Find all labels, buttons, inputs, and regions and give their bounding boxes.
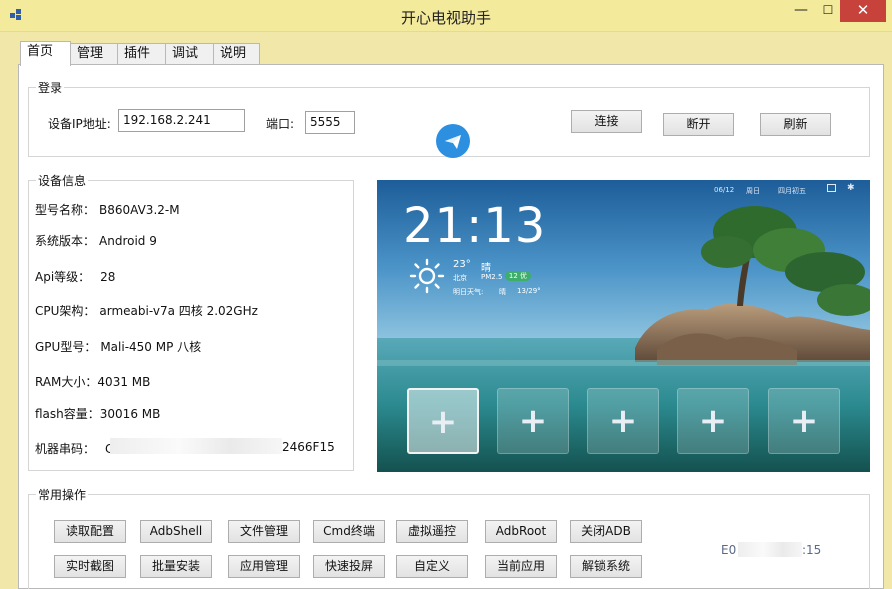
- device-info-title: 设备信息: [36, 172, 89, 189]
- login-group-title: 登录: [36, 79, 65, 96]
- preview-tile-3[interactable]: +: [587, 388, 659, 454]
- window-title: 开心电视助手: [400, 9, 491, 27]
- app-manager-button[interactable]: 应用管理: [228, 555, 300, 578]
- maximize-button[interactable]: ☐: [815, 0, 841, 22]
- minimize-button[interactable]: —: [786, 0, 816, 22]
- preview-tile-5[interactable]: +: [768, 388, 840, 454]
- preview-tomorrow-weather: 晴: [499, 288, 506, 296]
- refresh-button[interactable]: 刷新: [760, 113, 831, 136]
- preview-weekday: 周日: [746, 187, 760, 195]
- info-row-ram: RAM大小：4031 MB: [35, 375, 151, 389]
- preview-tomorrow-label: 明日天气:: [453, 288, 484, 296]
- ip-input[interactable]: 192.168.2.241: [118, 109, 245, 132]
- preview-tomorrow-range: 13/29°: [517, 287, 541, 295]
- cmd-terminal-button[interactable]: Cmd终端: [313, 520, 385, 543]
- cast-icon: [827, 184, 836, 192]
- preview-date: 06/12: [714, 186, 735, 194]
- info-row-flash: flash容量：30016 MB: [35, 407, 161, 421]
- disconnect-button[interactable]: 断开: [663, 113, 734, 136]
- device-info-group: 设备信息: [28, 172, 354, 471]
- status-redaction: [738, 542, 802, 557]
- current-app-button[interactable]: 当前应用: [485, 555, 557, 578]
- tv-screen-preview[interactable]: 06/12 周日 四月初五 ✱ 21:13 23° 晴 北京 PM2.5 12 …: [377, 180, 870, 472]
- preview-tile-4[interactable]: +: [677, 388, 749, 454]
- preview-lunar-date: 四月初五: [778, 187, 806, 195]
- preview-clock: 21:13: [403, 198, 547, 254]
- plus-icon: +: [789, 401, 819, 441]
- info-row-cpu: CPU架构： armeabi-v7a 四核 2.02GHz: [35, 304, 258, 318]
- bluetooth-icon: ✱: [847, 183, 855, 193]
- quick-cast-button[interactable]: 快速投屏: [313, 555, 385, 578]
- preview-tile-2[interactable]: +: [497, 388, 569, 454]
- port-label: 端口:: [266, 117, 295, 131]
- connect-button[interactable]: 连接: [571, 110, 642, 133]
- file-manager-button[interactable]: 文件管理: [228, 520, 300, 543]
- common-ops-title: 常用操作: [36, 486, 89, 503]
- plus-icon: +: [428, 402, 458, 442]
- custom-button[interactable]: 自定义: [396, 555, 468, 578]
- tab-home[interactable]: 首页: [20, 41, 71, 66]
- plus-icon: +: [518, 401, 548, 441]
- info-row-model: 型号名称： B860AV3.2-M: [35, 203, 180, 217]
- ip-label: 设备IP地址:: [48, 117, 111, 131]
- preview-city: 北京: [453, 274, 467, 282]
- close-button[interactable]: ✕: [840, 0, 886, 22]
- info-row-gpu: GPU型号： Mali-450 MP 八核: [35, 340, 202, 354]
- close-adb-button[interactable]: 关闭ADB: [570, 520, 642, 543]
- serial-suffix: 2466F15: [282, 440, 335, 454]
- adb-shell-button[interactable]: AdbShell: [140, 520, 212, 543]
- plus-icon: +: [608, 401, 638, 441]
- serial-redaction: [110, 438, 282, 454]
- serial-status-prefix: E0: [721, 543, 737, 557]
- tab-plugins[interactable]: 插件: [117, 43, 166, 65]
- info-row-os: 系统版本： Android 9: [35, 234, 157, 248]
- preview-tile-1[interactable]: +: [407, 388, 479, 454]
- live-screenshot-button[interactable]: 实时截图: [54, 555, 126, 578]
- unlock-system-button[interactable]: 解锁系统: [570, 555, 642, 578]
- plus-icon: +: [698, 401, 728, 441]
- paper-plane-icon[interactable]: [436, 124, 470, 158]
- preview-pm-label: PM2.5: [481, 273, 503, 281]
- read-config-button[interactable]: 读取配置: [54, 520, 126, 543]
- info-row-api: Api等级： 28: [35, 270, 116, 284]
- port-input[interactable]: 5555: [305, 111, 355, 134]
- tab-manage[interactable]: 管理: [70, 43, 118, 65]
- preview-temperature: 23°: [453, 259, 471, 270]
- tab-help[interactable]: 说明: [213, 43, 260, 65]
- tab-debug[interactable]: 调试: [165, 43, 214, 65]
- serial-status-suffix: :15: [802, 543, 822, 557]
- sun-icon: [409, 258, 445, 294]
- adb-root-button[interactable]: AdbRoot: [485, 520, 557, 543]
- preview-aqi-badge: 12 优: [505, 271, 531, 281]
- batch-install-button[interactable]: 批量安装: [140, 555, 212, 578]
- title-bar: 开心电视助手 — ☐ ✕: [0, 0, 892, 32]
- preview-weather: 晴: [481, 263, 491, 274]
- virtual-remote-button[interactable]: 虚拟遥控: [396, 520, 468, 543]
- info-row-serial: 机器串码：C: [35, 442, 113, 456]
